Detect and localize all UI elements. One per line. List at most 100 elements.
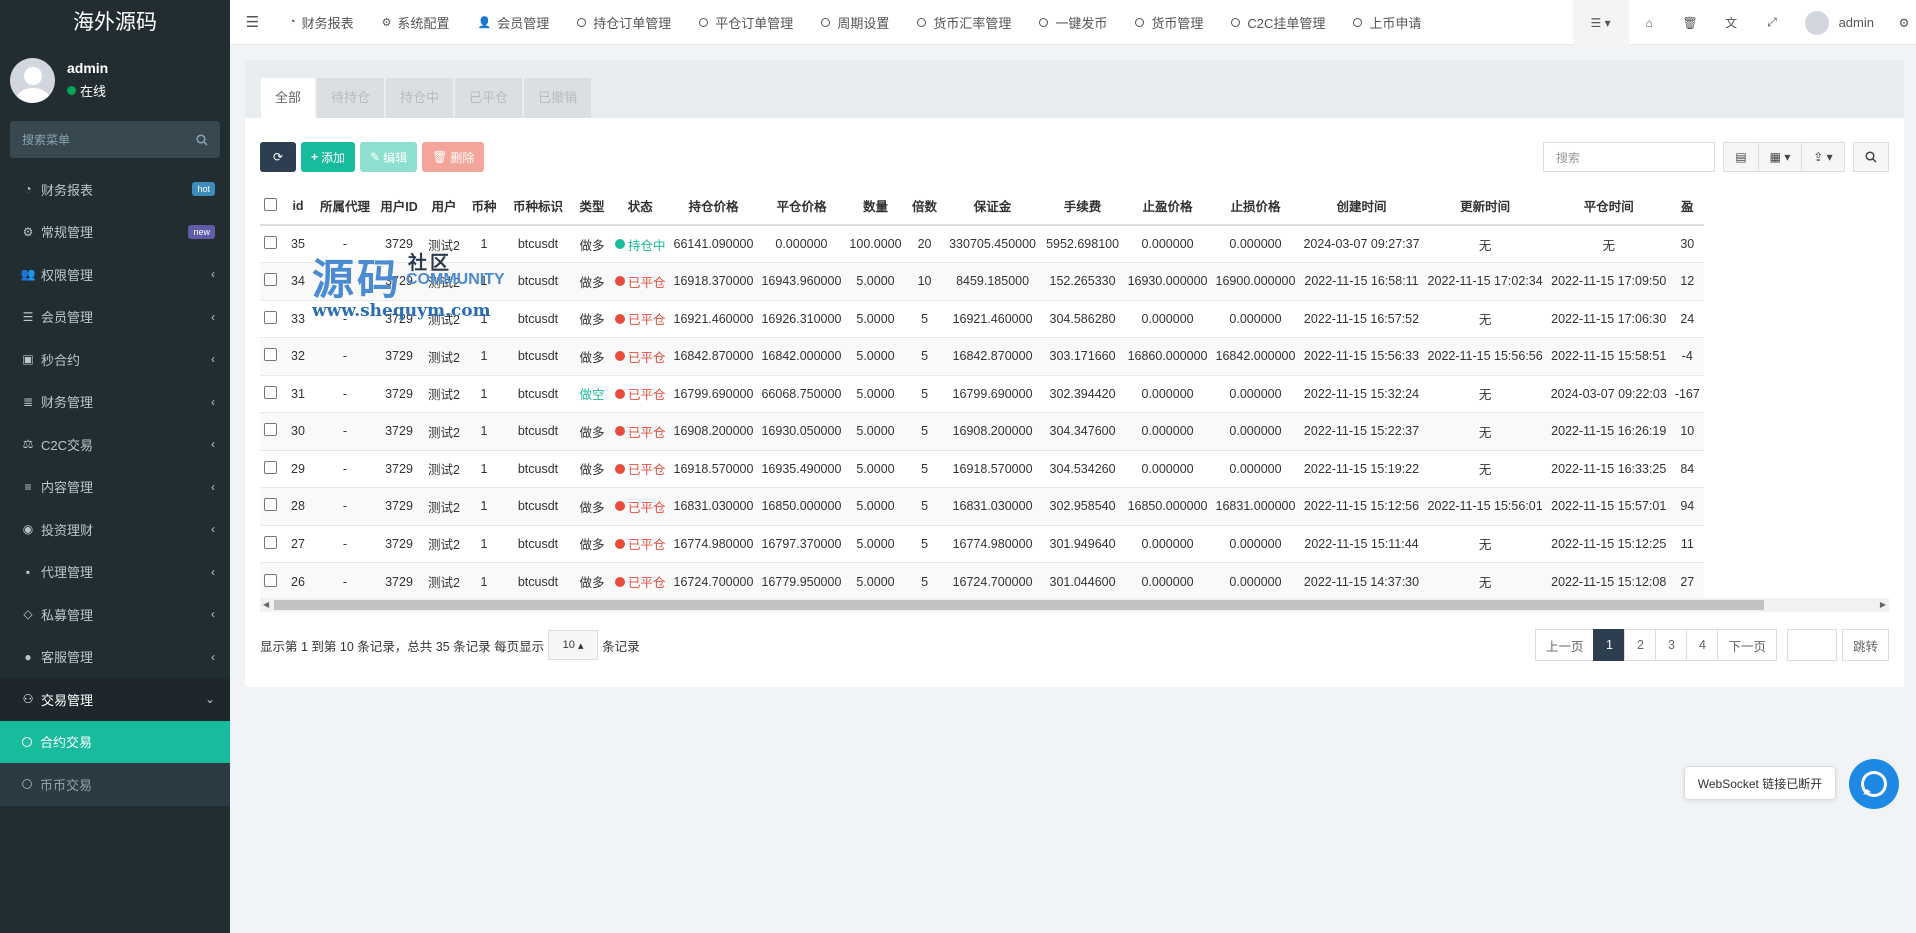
table-row[interactable]: 31-3729 测试2 1 btcusdt 做空 已平仓 16799.690000 66068… xyxy=(260,374,1704,413)
scroll-thumb[interactable] xyxy=(274,600,1764,610)
row-checkbox[interactable] xyxy=(260,562,281,600)
tab-all[interactable]: 全部 xyxy=(261,78,316,118)
table-row[interactable]: 28-3729 测试2 1 btcusdt 做多 已平仓 16831.030000 16850… xyxy=(260,487,1704,525)
sidebar-item-7[interactable]: ≡ 内容管理 ‹ xyxy=(0,466,230,509)
menu-toggle-button[interactable]: ☰ ▾ xyxy=(1572,0,1629,45)
row-checkbox[interactable] xyxy=(260,262,281,300)
topnav-item-5[interactable]: 周期设置 xyxy=(807,0,903,45)
jump-page-input[interactable] xyxy=(1786,629,1837,661)
column-header[interactable]: id xyxy=(281,187,315,226)
column-header[interactable]: 更新时间 xyxy=(1423,187,1547,226)
sidebar-item-10[interactable]: ◇ 私募管理 ‹ xyxy=(0,593,230,636)
sidebar-item-1[interactable]: ⚙ 常规管理 new xyxy=(0,211,230,254)
row-checkbox[interactable] xyxy=(260,524,281,563)
table-row[interactable]: 32-3729 测试2 1 btcusdt 做多 已平仓 16842.870000 16842… xyxy=(260,337,1704,375)
topnav-item-7[interactable]: 一键发币 xyxy=(1025,0,1121,45)
jump-button[interactable]: 跳转 xyxy=(1841,629,1889,661)
sidebar-item-8[interactable]: ◉ 投资理财 ‹ xyxy=(0,508,230,551)
topnav-item-4[interactable]: 平仓订单管理 xyxy=(685,0,807,45)
column-header[interactable]: 保证金 xyxy=(943,187,1042,226)
table-search-input[interactable]: 搜索 xyxy=(1543,142,1715,172)
column-header[interactable]: 币种 xyxy=(465,187,503,226)
column-header[interactable]: 用户ID xyxy=(375,187,423,226)
home-icon[interactable]: ⌂ xyxy=(1629,0,1670,45)
top-avatar[interactable] xyxy=(1804,10,1829,35)
menu-search-input[interactable]: 搜索菜单 xyxy=(10,121,220,158)
export-button[interactable]: ⇪ ▾ xyxy=(1801,142,1845,172)
tab-closed[interactable]: 已平仓 xyxy=(455,78,523,118)
column-header[interactable]: 类型 xyxy=(573,187,611,226)
column-header[interactable]: 盈 xyxy=(1670,187,1704,226)
column-header[interactable]: 状态 xyxy=(611,187,670,226)
prev-page-button[interactable]: 上一页 xyxy=(1534,629,1595,661)
column-header[interactable]: 止盈价格 xyxy=(1123,187,1212,226)
column-header[interactable]: 平仓价格 xyxy=(757,187,846,226)
columns-button[interactable]: ▦ ▾ xyxy=(1758,142,1802,172)
scroll-left-icon[interactable]: ◀ xyxy=(263,598,269,612)
column-header[interactable]: 平仓时间 xyxy=(1546,187,1671,226)
select-all-checkbox[interactable] xyxy=(260,187,281,226)
column-header[interactable]: 止损价格 xyxy=(1211,187,1300,226)
refresh-button[interactable]: ⟳ xyxy=(260,142,296,172)
delete-button[interactable]: 🗑 删除 xyxy=(422,142,485,172)
trash-icon[interactable]: 🗑 xyxy=(1670,0,1711,45)
row-checkbox[interactable] xyxy=(260,449,281,488)
page-4-button[interactable]: 4 xyxy=(1686,629,1719,661)
topnav-item-6[interactable]: 货币汇率管理 xyxy=(903,0,1025,45)
topnav-item-10[interactable]: 上币申请 xyxy=(1339,0,1435,45)
gear-icon[interactable]: ⚙ xyxy=(1892,0,1916,45)
admin-name[interactable]: admin xyxy=(1839,15,1874,30)
page-3-button[interactable]: 3 xyxy=(1655,629,1688,661)
column-header[interactable]: 手续费 xyxy=(1041,187,1124,226)
advanced-search-button[interactable] xyxy=(1853,142,1889,172)
column-header[interactable]: 数量 xyxy=(845,187,906,226)
topnav-item-8[interactable]: 货币管理 xyxy=(1121,0,1217,45)
table-row[interactable]: 29-3729 测试2 1 btcusdt 做多 已平仓 16918.570000 16935… xyxy=(260,449,1704,488)
topnav-item-3[interactable]: 持仓订单管理 xyxy=(563,0,685,45)
table-row[interactable]: 27-3729 测试2 1 btcusdt 做多 已平仓 16774.980000 16797… xyxy=(260,524,1704,563)
row-checkbox[interactable] xyxy=(260,487,281,525)
sidebar-item-11[interactable]: ● 客服管理 ‹ xyxy=(0,636,230,679)
tab-pending[interactable]: 待持仓 xyxy=(317,78,385,118)
horizontal-scrollbar[interactable]: ◀ ▶ xyxy=(260,598,1889,612)
tab-cancelled[interactable]: 已撤销 xyxy=(524,78,592,118)
chat-button[interactable] xyxy=(1849,759,1899,809)
sidebar-item-9[interactable]: ▪ 代理管理 ‹ xyxy=(0,551,230,594)
table-row[interactable]: 26-3729 测试2 1 btcusdt 做多 已平仓 16724.700000 16779… xyxy=(260,562,1704,600)
sidebar-item-5[interactable]: ≣ 财务管理 ‹ xyxy=(0,381,230,424)
topnav-item-0[interactable]: ◔ 财务报表 xyxy=(275,0,368,45)
fullscreen-icon[interactable]: ⤢ xyxy=(1752,0,1793,45)
topnav-item-9[interactable]: C2C挂单管理 xyxy=(1217,0,1339,45)
column-header[interactable]: 创建时间 xyxy=(1299,187,1424,226)
edit-button[interactable]: ✎ 编辑 xyxy=(360,142,418,172)
sidebar-item-3[interactable]: ☰ 会员管理 ‹ xyxy=(0,296,230,339)
page-size-select[interactable]: 10 ▴ xyxy=(548,630,599,660)
sidebar-item-2[interactable]: 👥 权限管理 ‹ xyxy=(0,253,230,296)
hamburger-icon[interactable]: ☰ xyxy=(230,13,275,31)
table-row[interactable]: 30-3729 测试2 1 btcusdt 做多 已平仓 16908.200000 16930… xyxy=(260,412,1704,450)
sidebar-item-0[interactable]: ◔ 财务报表 hot xyxy=(0,168,230,211)
sub-item-contract-trade[interactable]: 合约交易 xyxy=(0,720,230,763)
row-checkbox[interactable] xyxy=(260,337,281,375)
sidebar-item-6[interactable]: ⚖ C2C交易 ‹ xyxy=(0,423,230,466)
column-header[interactable]: 倍数 xyxy=(905,187,944,226)
column-header[interactable]: 持仓价格 xyxy=(669,187,758,226)
scroll-right-icon[interactable]: ▶ xyxy=(1880,598,1886,612)
topnav-item-1[interactable]: ⚙ 系统配置 xyxy=(368,0,464,45)
topnav-item-2[interactable]: 👤 会员管理 xyxy=(464,0,564,45)
sub-item-coin-trade[interactable]: 币币交易 xyxy=(0,763,230,806)
menu-item-trade[interactable]: ⚇ 交易管理 ⌄ xyxy=(0,678,230,721)
page-1-button[interactable]: 1 xyxy=(1593,629,1626,661)
add-button[interactable]: + 添加 xyxy=(301,142,356,172)
row-checkbox[interactable] xyxy=(260,224,281,263)
translate-icon[interactable]: 文 xyxy=(1711,0,1752,45)
toggle-view-button[interactable]: ▤ xyxy=(1723,142,1759,172)
column-header[interactable]: 用户 xyxy=(423,187,465,226)
column-header[interactable]: 所属代理 xyxy=(315,187,375,226)
row-checkbox[interactable] xyxy=(260,299,281,338)
row-checkbox[interactable] xyxy=(260,374,281,413)
column-header[interactable]: 币种标识 xyxy=(503,187,573,226)
page-2-button[interactable]: 2 xyxy=(1624,629,1657,661)
next-page-button[interactable]: 下一页 xyxy=(1717,629,1777,661)
row-checkbox[interactable] xyxy=(260,412,281,450)
